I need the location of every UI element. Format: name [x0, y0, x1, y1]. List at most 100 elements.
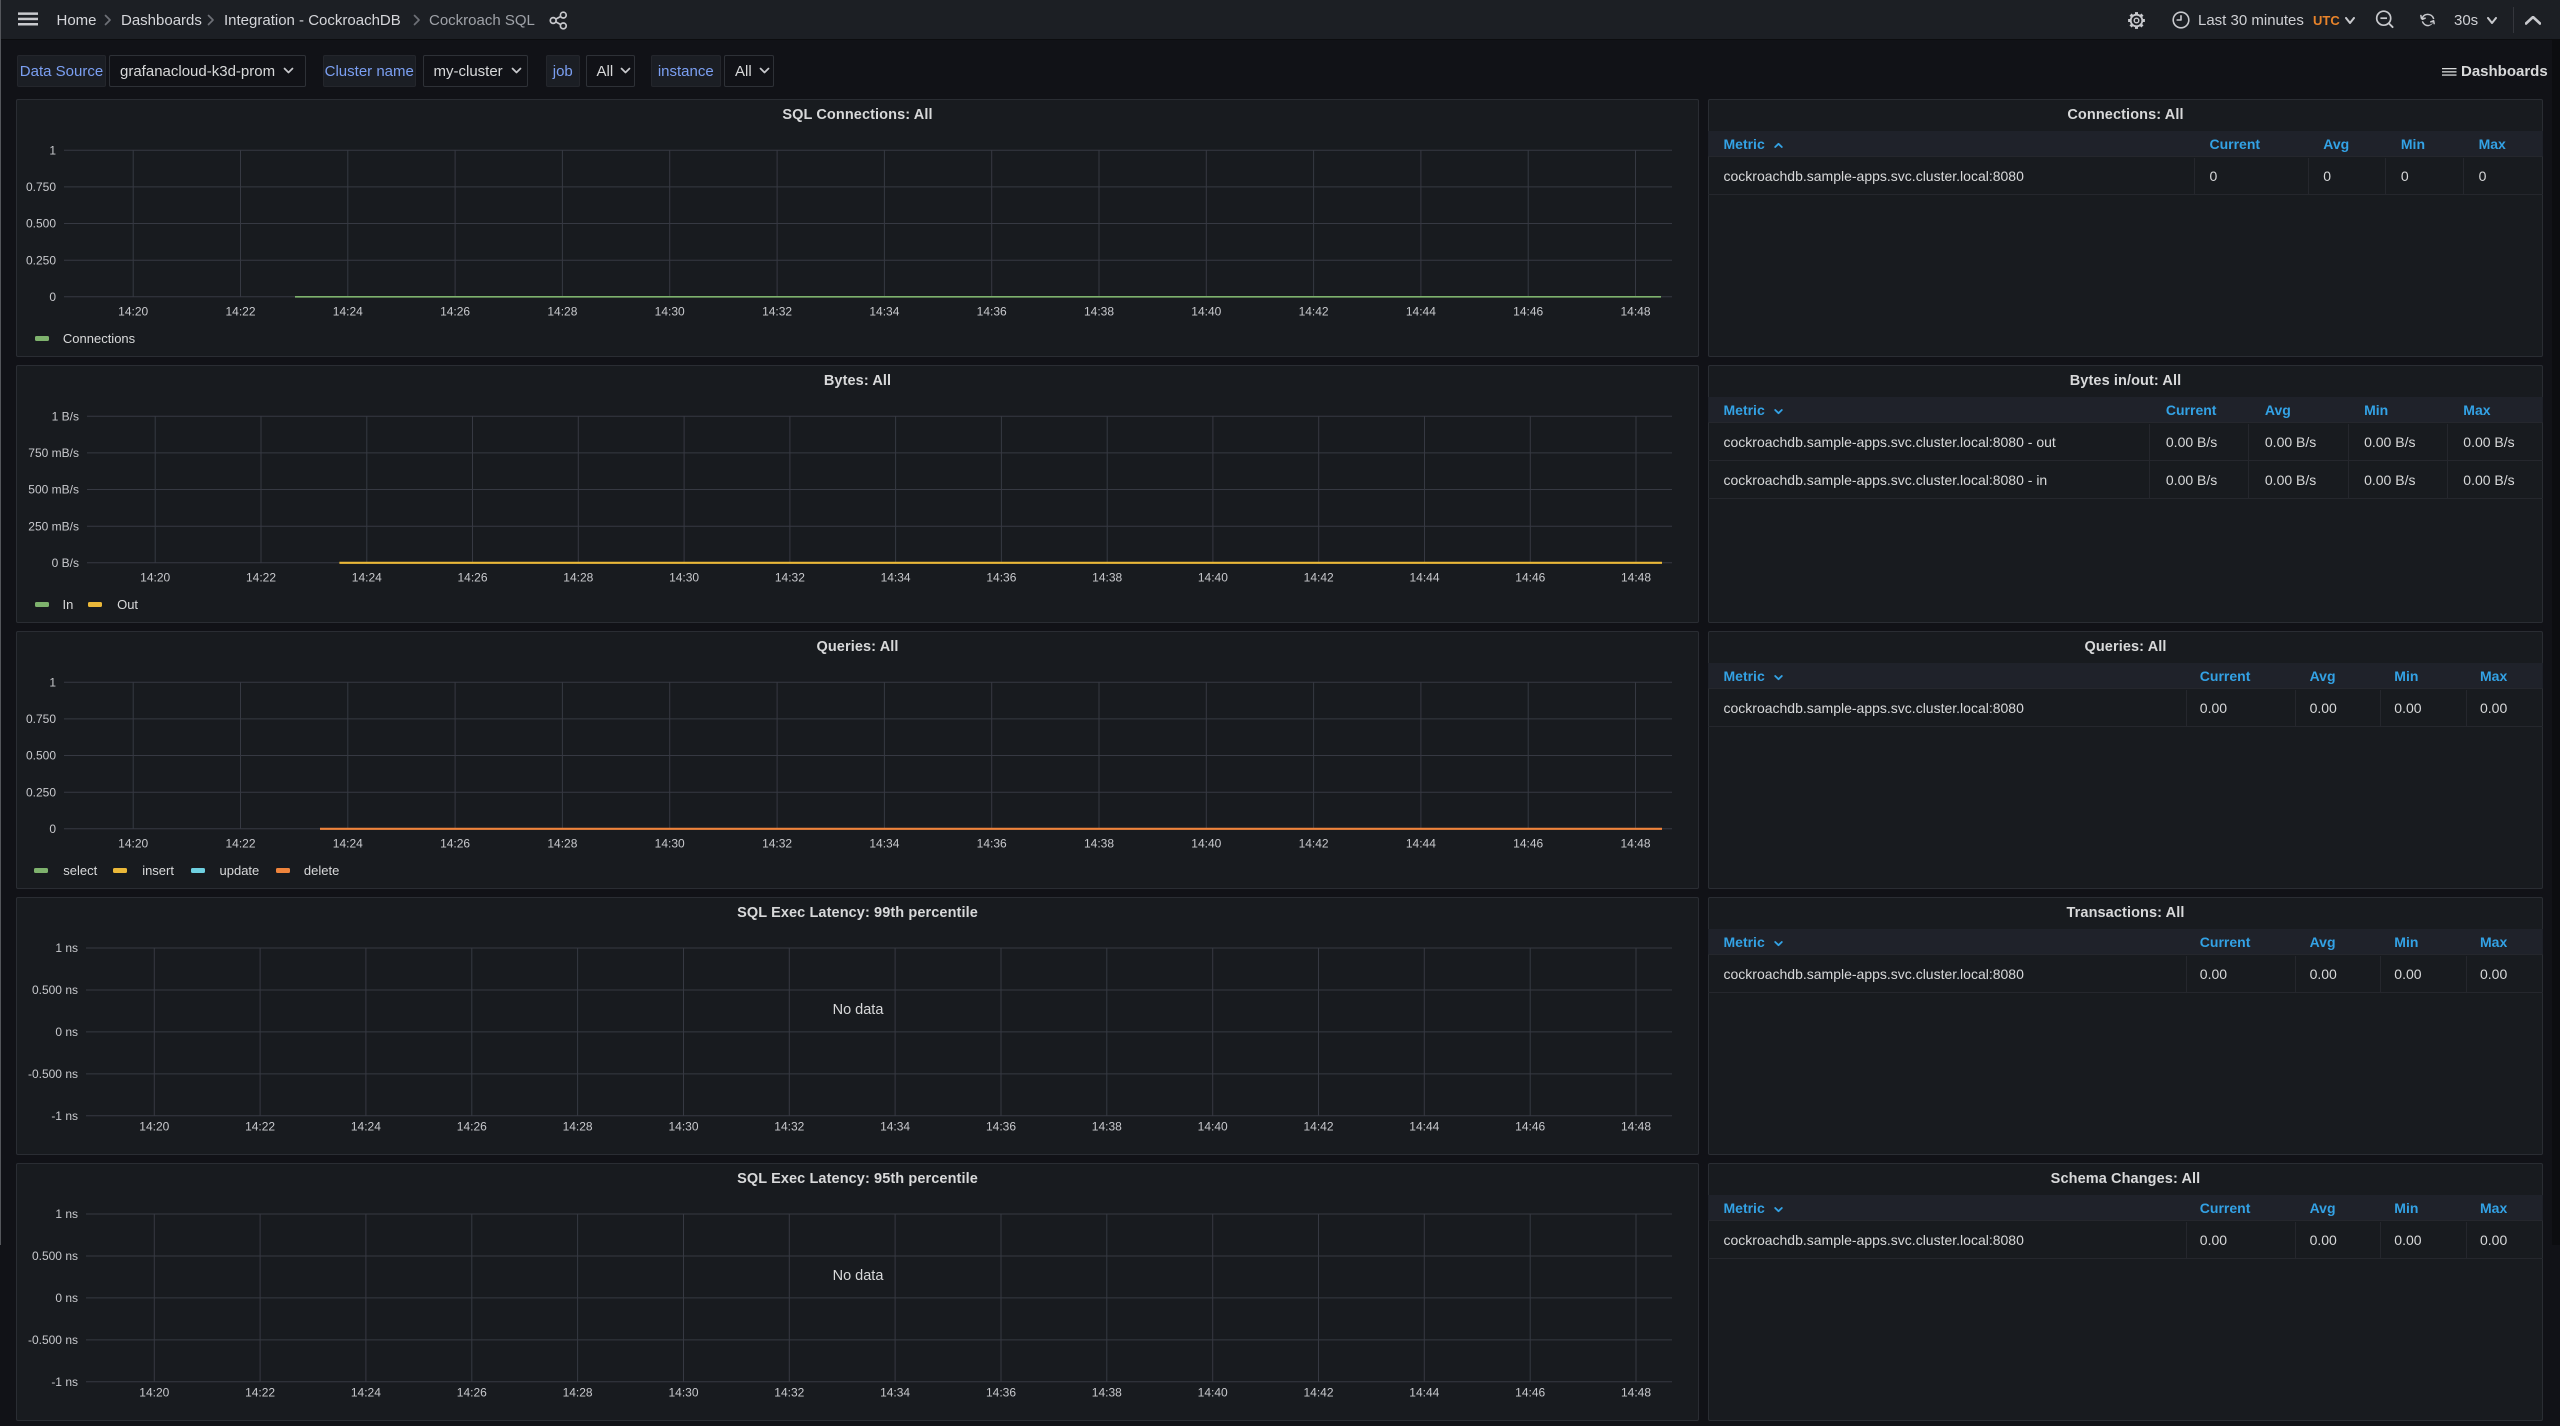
- svg-text:14:24: 14:24: [351, 1386, 381, 1400]
- svg-text:1: 1: [49, 675, 56, 689]
- svg-text:1 ns: 1 ns: [55, 1207, 78, 1221]
- svg-text:14:28: 14:28: [547, 837, 577, 851]
- svg-text:14:22: 14:22: [245, 1386, 275, 1400]
- svg-text:14:44: 14:44: [1406, 305, 1436, 319]
- svg-text:14:26: 14:26: [457, 1120, 487, 1134]
- svg-text:14:46: 14:46: [1515, 1120, 1545, 1134]
- svg-text:14:36: 14:36: [977, 305, 1007, 319]
- svg-text:0.500: 0.500: [26, 217, 56, 231]
- svg-text:0.500 ns: 0.500 ns: [32, 983, 78, 997]
- svg-text:14:44: 14:44: [1409, 1120, 1439, 1134]
- svg-text:14:36: 14:36: [977, 837, 1007, 851]
- svg-text:14:42: 14:42: [1303, 1120, 1333, 1134]
- svg-text:1 ns: 1 ns: [55, 941, 78, 955]
- svg-text:14:22: 14:22: [245, 1120, 275, 1134]
- svg-text:14:30: 14:30: [655, 305, 685, 319]
- svg-text:14:36: 14:36: [986, 571, 1016, 585]
- svg-text:14:34: 14:34: [880, 1120, 910, 1134]
- svg-text:750 mB/s: 750 mB/s: [28, 446, 79, 460]
- svg-text:14:46: 14:46: [1513, 837, 1543, 851]
- svg-text:14:38: 14:38: [1084, 305, 1114, 319]
- svg-text:14:48: 14:48: [1621, 1120, 1651, 1134]
- svg-text:14:32: 14:32: [775, 571, 805, 585]
- svg-text:14:38: 14:38: [1092, 1120, 1122, 1134]
- svg-text:14:30: 14:30: [668, 1120, 698, 1134]
- svg-text:-0.500 ns: -0.500 ns: [28, 1333, 78, 1347]
- svg-text:14:42: 14:42: [1304, 571, 1334, 585]
- svg-text:14:34: 14:34: [880, 1386, 910, 1400]
- svg-text:14:42: 14:42: [1299, 837, 1329, 851]
- svg-text:No data: No data: [833, 1002, 885, 1018]
- svg-text:1: 1: [49, 143, 56, 157]
- svg-text:14:32: 14:32: [762, 305, 792, 319]
- svg-text:0: 0: [49, 822, 56, 836]
- svg-text:14:20: 14:20: [118, 837, 148, 851]
- svg-text:14:26: 14:26: [440, 305, 470, 319]
- svg-text:14:24: 14:24: [352, 571, 382, 585]
- svg-text:14:48: 14:48: [1621, 571, 1651, 585]
- svg-text:14:22: 14:22: [225, 305, 255, 319]
- svg-text:250 mB/s: 250 mB/s: [28, 519, 79, 533]
- svg-text:14:24: 14:24: [351, 1120, 381, 1134]
- svg-text:14:40: 14:40: [1191, 305, 1221, 319]
- svg-text:14:26: 14:26: [457, 571, 487, 585]
- svg-text:0.250: 0.250: [26, 253, 56, 267]
- svg-text:14:42: 14:42: [1299, 305, 1329, 319]
- svg-text:0.750: 0.750: [26, 712, 56, 726]
- svg-text:0: 0: [49, 290, 56, 304]
- svg-text:14:40: 14:40: [1198, 1120, 1228, 1134]
- svg-text:14:44: 14:44: [1406, 837, 1436, 851]
- svg-text:1 B/s: 1 B/s: [52, 409, 79, 423]
- svg-text:14:20: 14:20: [140, 571, 170, 585]
- svg-text:14:38: 14:38: [1092, 571, 1122, 585]
- svg-text:14:32: 14:32: [774, 1120, 804, 1134]
- svg-text:14:48: 14:48: [1621, 1386, 1651, 1400]
- svg-text:14:44: 14:44: [1409, 571, 1439, 585]
- svg-text:0.500 ns: 0.500 ns: [32, 1249, 78, 1263]
- svg-text:14:42: 14:42: [1303, 1386, 1333, 1400]
- svg-text:0 ns: 0 ns: [55, 1025, 78, 1039]
- svg-text:14:34: 14:34: [869, 305, 899, 319]
- svg-text:14:40: 14:40: [1198, 571, 1228, 585]
- svg-text:-1 ns: -1 ns: [51, 1109, 78, 1123]
- svg-text:14:24: 14:24: [333, 305, 363, 319]
- svg-text:-1 ns: -1 ns: [51, 1375, 78, 1389]
- svg-text:500 mB/s: 500 mB/s: [28, 483, 79, 497]
- svg-text:No data: No data: [833, 1268, 885, 1284]
- svg-text:14:46: 14:46: [1513, 305, 1543, 319]
- svg-text:14:20: 14:20: [139, 1386, 169, 1400]
- svg-text:14:20: 14:20: [118, 305, 148, 319]
- svg-text:14:22: 14:22: [225, 837, 255, 851]
- svg-text:14:48: 14:48: [1620, 837, 1650, 851]
- svg-text:14:28: 14:28: [563, 1386, 593, 1400]
- svg-text:14:38: 14:38: [1092, 1386, 1122, 1400]
- svg-text:14:26: 14:26: [457, 1386, 487, 1400]
- svg-text:14:30: 14:30: [668, 1386, 698, 1400]
- svg-text:14:24: 14:24: [333, 837, 363, 851]
- svg-text:0.250: 0.250: [26, 785, 56, 799]
- svg-text:14:36: 14:36: [986, 1120, 1016, 1134]
- svg-text:14:32: 14:32: [774, 1386, 804, 1400]
- svg-text:14:26: 14:26: [440, 837, 470, 851]
- svg-text:14:28: 14:28: [547, 305, 577, 319]
- svg-text:14:40: 14:40: [1191, 837, 1221, 851]
- svg-text:14:38: 14:38: [1084, 837, 1114, 851]
- svg-text:0.500: 0.500: [26, 749, 56, 763]
- svg-text:0 B/s: 0 B/s: [52, 556, 79, 570]
- svg-text:14:46: 14:46: [1515, 571, 1545, 585]
- svg-text:14:48: 14:48: [1620, 305, 1650, 319]
- svg-text:14:34: 14:34: [869, 837, 899, 851]
- svg-text:14:46: 14:46: [1515, 1386, 1545, 1400]
- svg-text:14:30: 14:30: [669, 571, 699, 585]
- svg-text:14:22: 14:22: [246, 571, 276, 585]
- svg-text:14:28: 14:28: [563, 571, 593, 585]
- svg-text:14:32: 14:32: [762, 837, 792, 851]
- svg-text:14:34: 14:34: [881, 571, 911, 585]
- svg-text:14:20: 14:20: [139, 1120, 169, 1134]
- svg-text:14:36: 14:36: [986, 1386, 1016, 1400]
- svg-text:-0.500 ns: -0.500 ns: [28, 1067, 78, 1081]
- svg-text:14:28: 14:28: [563, 1120, 593, 1134]
- svg-text:0 ns: 0 ns: [55, 1291, 78, 1305]
- svg-text:14:44: 14:44: [1409, 1386, 1439, 1400]
- svg-text:14:40: 14:40: [1198, 1386, 1228, 1400]
